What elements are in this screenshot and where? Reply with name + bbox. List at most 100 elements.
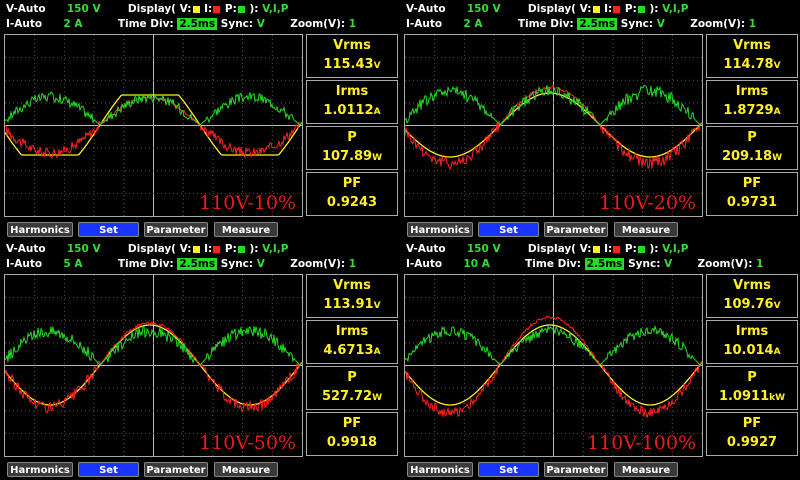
display-mode: V,I,P [662, 243, 689, 255]
v-range-label: V-Auto [6, 3, 46, 15]
pf-label: PF [742, 416, 762, 431]
status-row-1: V-Auto 150 V Display( V: I: P: ): V,I,P [6, 2, 289, 17]
waveform-canvas [5, 35, 302, 216]
voltage-square-icon [192, 245, 200, 253]
sync-value: V [256, 18, 265, 30]
irms-label: Irms [735, 84, 769, 99]
p-unit: kW [769, 393, 786, 403]
pf-value: 0.9243 [326, 195, 378, 210]
status-row-1: V-Auto 150 V Display( V: I: P: ): V,I,P [406, 242, 689, 257]
voltage-square-icon [592, 245, 600, 253]
irms-unit: A [773, 107, 781, 117]
harmonics-button[interactable]: Harmonics [7, 462, 73, 477]
vrms-cell: Vrms 115.43V [306, 34, 398, 78]
display-end: ): [645, 243, 659, 255]
harmonics-button[interactable]: Harmonics [407, 222, 473, 237]
measure-button[interactable]: Measure [614, 462, 678, 477]
status-row-2: I-Auto 2 A Time Div: 2.5ms Sync: V Zoom(… [406, 17, 756, 32]
power-square-icon [237, 5, 245, 13]
vrms-value-line: 113.91V [307, 297, 397, 312]
zoom-value: 1 [348, 258, 357, 270]
measurement-panel: Vrms 109.76V Irms 10.014A P 1.0911kW PF … [706, 274, 798, 457]
irms-cell: Irms 1.8729A [706, 80, 798, 124]
vrms-unit: V [373, 301, 381, 311]
v-range-value: 150 V [466, 243, 501, 255]
current-square-icon [613, 245, 621, 253]
power-square-icon [637, 245, 645, 253]
vrms-value: 114.78 [723, 57, 774, 72]
time-div-value[interactable]: 2.5ms [177, 258, 218, 270]
time-div-value[interactable]: 2.5ms [577, 18, 618, 30]
v-range-label: V-Auto [406, 3, 446, 15]
i-range-label: I-Auto [6, 258, 43, 270]
parameter-button[interactable]: Parameter [144, 462, 208, 477]
irms-value-line: 1.8729A [707, 103, 797, 118]
sync-value: V [656, 18, 665, 30]
p-cell: P 209.18W [706, 126, 798, 170]
scope-grid [405, 275, 702, 456]
current-square-icon [613, 5, 621, 13]
time-div-value[interactable]: 2.5ms [177, 18, 218, 30]
set-button[interactable]: Set [478, 222, 539, 237]
softkey-bar: Harmonics Set Parameter Measure [404, 222, 796, 238]
pf-cell: PF 0.9927 [706, 412, 798, 456]
measure-button[interactable]: Measure [214, 462, 278, 477]
set-button[interactable]: Set [78, 462, 139, 477]
sync-value: V [664, 258, 673, 270]
zoom-label: Zoom(V): [290, 258, 346, 270]
parameter-button[interactable]: Parameter [544, 462, 608, 477]
display-p-label: P: [221, 243, 237, 255]
irms-label: Irms [335, 324, 369, 339]
sync-label: Sync: [628, 258, 661, 270]
irms-unit: A [773, 347, 781, 357]
zoom-label: Zoom(V): [697, 258, 753, 270]
p-label: P [347, 130, 357, 145]
measure-button[interactable]: Measure [214, 222, 278, 237]
p-value-line: 107.89W [307, 149, 397, 164]
harmonics-button[interactable]: Harmonics [7, 222, 73, 237]
parameter-button[interactable]: Parameter [144, 222, 208, 237]
set-button[interactable]: Set [78, 222, 139, 237]
set-button[interactable]: Set [478, 462, 539, 477]
p-unit: W [372, 393, 383, 403]
pf-cell: PF 0.9731 [706, 172, 798, 216]
v-range-label: V-Auto [6, 243, 46, 255]
display-mode: V,I,P [262, 3, 289, 15]
i-range-value: 2 A [63, 18, 83, 30]
p-label: P [747, 130, 757, 145]
p-label: P [347, 370, 357, 385]
waveform-display: 110V-10% [4, 34, 303, 217]
waveform-display: 110V-100% [404, 274, 703, 457]
pf-label: PF [742, 176, 762, 191]
v-range-value: 150 V [466, 3, 501, 15]
p-cell: P 107.89W [306, 126, 398, 170]
power-square-icon [637, 5, 645, 13]
pf-value: 0.9918 [326, 435, 378, 450]
vrms-label: Vrms [733, 278, 771, 293]
vrms-value-line: 115.43V [307, 57, 397, 72]
display-end: ): [245, 243, 259, 255]
load-label: 110V-20% [599, 192, 696, 214]
irms-cell: Irms 4.6713A [306, 320, 398, 364]
parameter-button[interactable]: Parameter [544, 222, 608, 237]
harmonics-button[interactable]: Harmonics [407, 462, 473, 477]
time-div-value[interactable]: 2.5ms [584, 258, 625, 270]
sync-label: Sync: [620, 18, 654, 30]
measure-button[interactable]: Measure [614, 222, 678, 237]
pf-label: PF [342, 416, 362, 431]
vrms-cell: Vrms 109.76V [706, 274, 798, 318]
vrms-cell: Vrms 114.78V [706, 34, 798, 78]
vrms-unit: V [773, 301, 781, 311]
irms-unit: A [373, 347, 381, 357]
i-range-label: I-Auto [6, 18, 43, 30]
display-i-label: I: [600, 243, 613, 255]
softkey-bar: Harmonics Set Parameter Measure [404, 462, 796, 478]
p-value-line: 209.18W [707, 149, 797, 164]
p-unit: W [772, 153, 783, 163]
current-square-icon [213, 245, 221, 253]
p-value-line: 1.0911kW [707, 389, 797, 404]
irms-value: 4.6713 [323, 343, 374, 358]
p-cell: P 527.72W [306, 366, 398, 410]
irms-cell: Irms 1.0112A [306, 80, 398, 124]
scope-panel-3: V-Auto 150 V Display( V: I: P: ): V,I,P … [0, 240, 400, 480]
